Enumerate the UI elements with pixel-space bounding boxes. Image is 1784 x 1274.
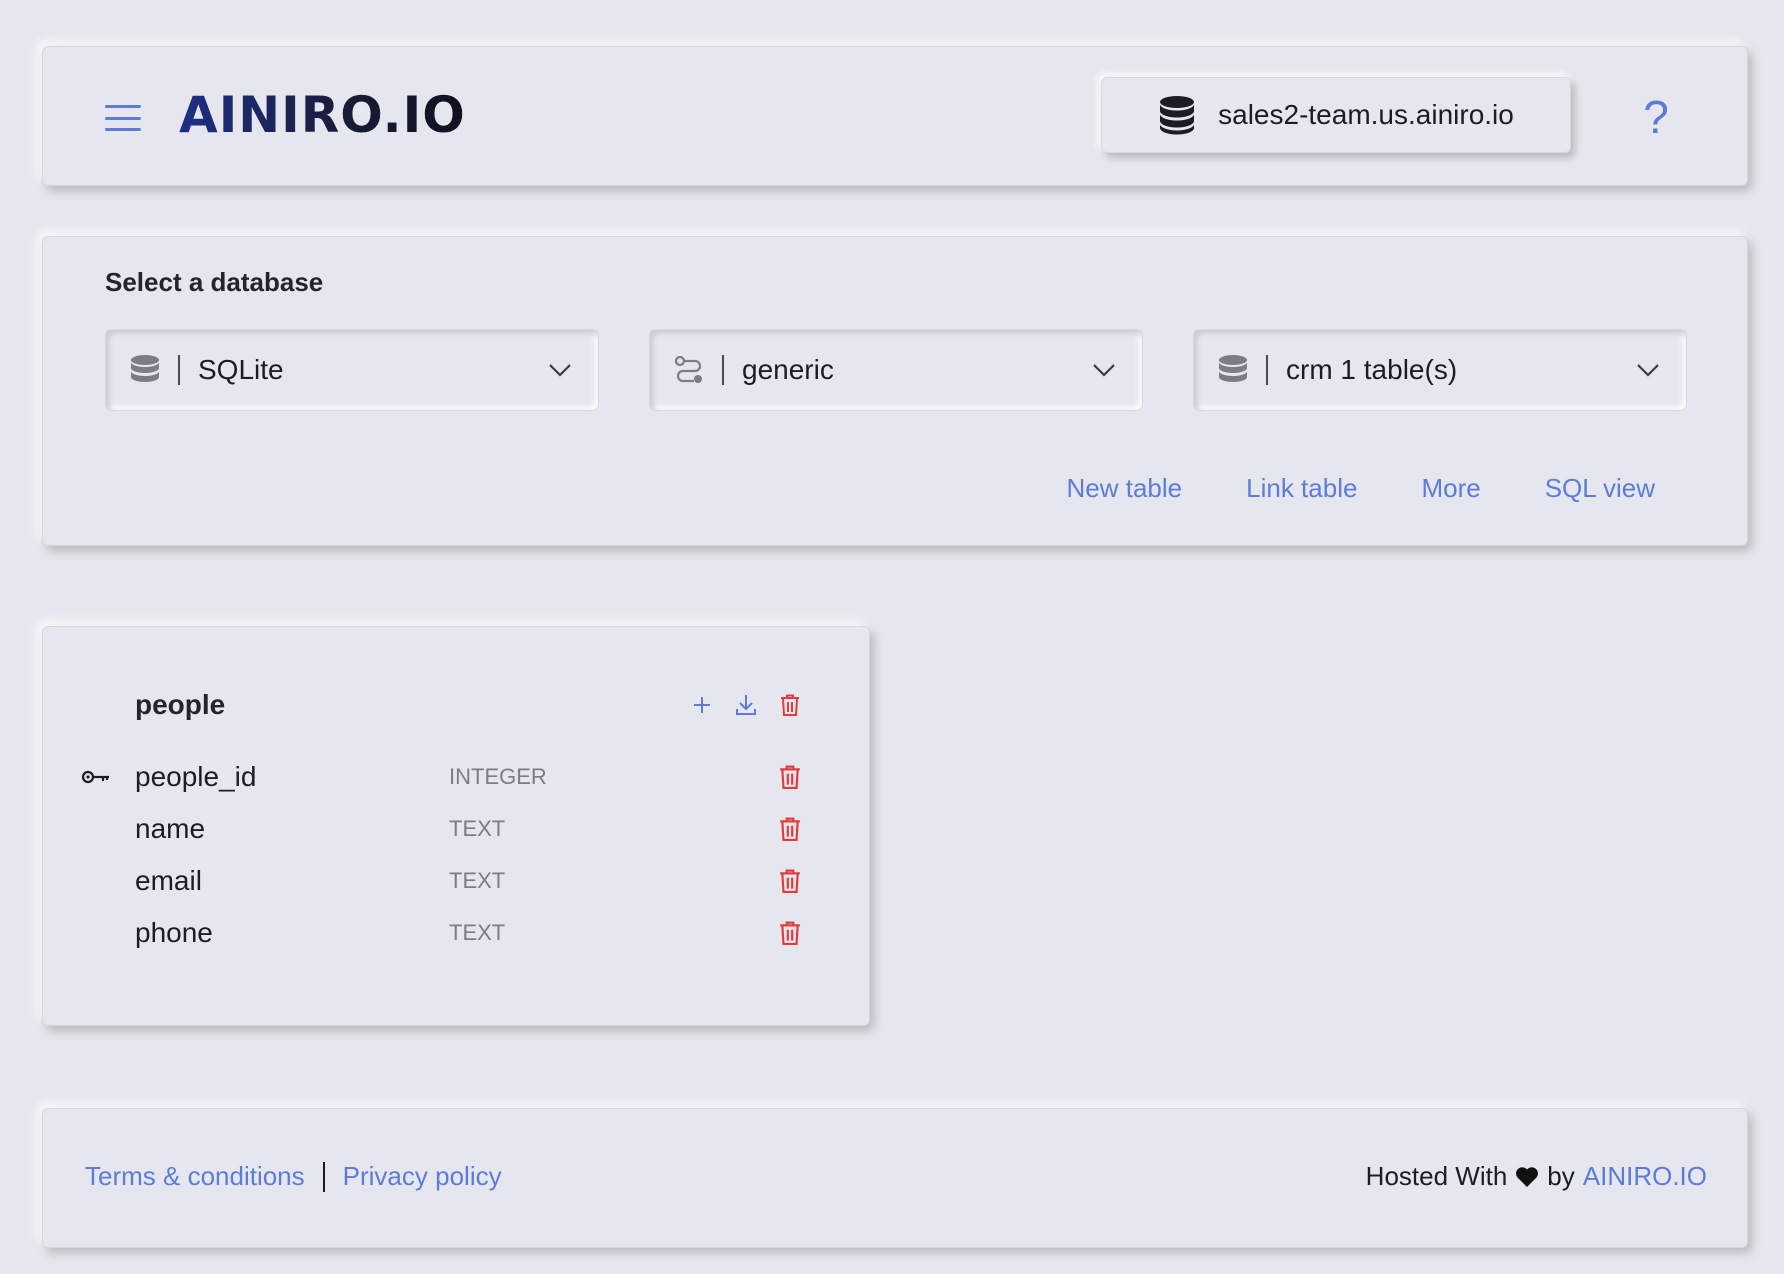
footer: Terms & conditions Privacy policy Hosted…: [42, 1108, 1748, 1248]
new-table-button[interactable]: New table: [1067, 473, 1183, 504]
footer-links: Terms & conditions Privacy policy: [85, 1161, 502, 1192]
database-icon: [128, 353, 162, 387]
database-icon: [1160, 96, 1195, 135]
logo[interactable]: AINIRO.IO: [179, 85, 466, 145]
database-type-select[interactable]: SQLite: [105, 329, 599, 411]
database-icon: [1216, 353, 1250, 387]
database-select[interactable]: crm 1 table(s): [1193, 329, 1687, 411]
divider: [322, 1161, 325, 1192]
brand-link[interactable]: AINIRO.IO: [1583, 1161, 1707, 1192]
select-value: crm 1 table(s): [1286, 354, 1458, 385]
sql-view-button[interactable]: SQL view: [1545, 473, 1655, 504]
connection-icon: [672, 353, 706, 387]
delete-column-icon[interactable]: [779, 921, 801, 945]
column-type: TEXT: [449, 816, 506, 841]
table-actions-bar: New table Link table More SQL view: [1067, 473, 1655, 504]
delete-column-icon[interactable]: [779, 817, 801, 841]
top-header: AINIRO.IO sales2-team.us.ainiro.io ?: [42, 46, 1748, 186]
more-button[interactable]: More: [1421, 473, 1480, 504]
primary-key-icon: [81, 770, 109, 784]
section-title: Select a database: [105, 267, 324, 297]
logo-text: AINIRO.IO: [179, 86, 466, 144]
add-column-icon[interactable]: [691, 693, 713, 717]
chevron-down-icon: [1093, 364, 1115, 377]
column-name: email: [135, 865, 202, 896]
connection-select[interactable]: generic: [649, 329, 1143, 411]
chevron-down-icon: [549, 364, 571, 377]
column-row: phone TEXT: [43, 911, 869, 955]
column-row: name TEXT: [43, 807, 869, 851]
delete-table-icon[interactable]: [779, 693, 801, 717]
delete-column-icon[interactable]: [779, 869, 801, 893]
select-value: generic: [742, 354, 834, 385]
column-type: INTEGER: [449, 764, 547, 789]
delete-column-icon[interactable]: [779, 765, 801, 789]
table-card-actions: [691, 693, 801, 717]
server-label: sales2-team.us.ainiro.io: [1218, 99, 1514, 130]
column-type: TEXT: [449, 920, 506, 945]
column-row: people_id INTEGER: [43, 755, 869, 799]
database-selector-card: Select a database SQLite generic crm 1 t…: [42, 236, 1748, 546]
column-name: phone: [135, 917, 213, 948]
hosted-label: Hosted With: [1365, 1161, 1508, 1191]
hosted-by: Hosted With by AINIRO.IO: [1366, 1161, 1707, 1192]
column-name: name: [135, 813, 206, 844]
column-name: people_id: [135, 761, 257, 792]
table-card: people people_id INTEGER name TEXT email…: [42, 626, 870, 1026]
terms-link[interactable]: Terms & conditions: [85, 1161, 305, 1192]
by-label: by: [1547, 1161, 1575, 1191]
hamburger-menu-icon[interactable]: [105, 105, 141, 131]
select-value: SQLite: [198, 354, 284, 385]
table-name: people: [135, 689, 226, 720]
help-icon[interactable]: ?: [1631, 87, 1681, 147]
column-row: email TEXT: [43, 859, 869, 903]
link-table-button[interactable]: Link table: [1246, 473, 1357, 504]
column-type: TEXT: [449, 868, 506, 893]
download-icon[interactable]: [735, 693, 757, 717]
privacy-link[interactable]: Privacy policy: [343, 1161, 502, 1192]
server-button[interactable]: sales2-team.us.ainiro.io: [1101, 77, 1571, 153]
chevron-down-icon: [1637, 364, 1659, 377]
heart-icon: [1516, 1166, 1539, 1187]
